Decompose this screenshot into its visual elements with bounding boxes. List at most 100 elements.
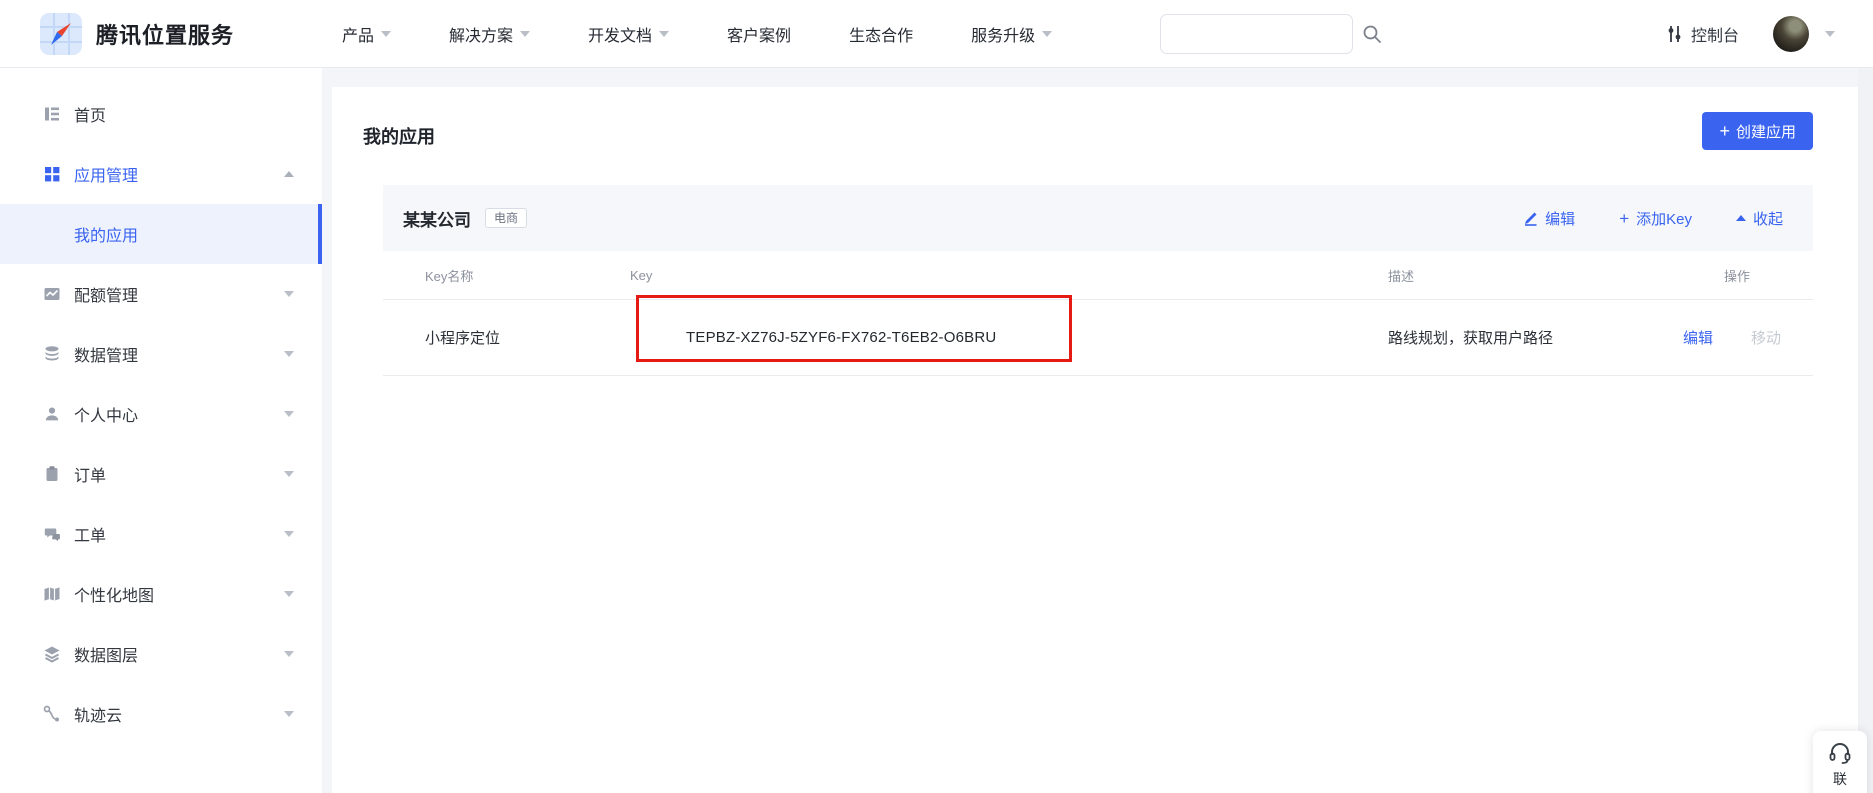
sidebar-label: 工单 <box>74 522 106 546</box>
nav-label: 开发文档 <box>588 22 652 46</box>
sidebar-label: 配额管理 <box>74 282 138 306</box>
console-label: 控制台 <box>1691 22 1739 46</box>
pencil-icon <box>1523 211 1538 226</box>
key-name-cell: 小程序定位 <box>383 327 630 348</box>
sidebar: 首页 应用管理 我的应用 <box>0 68 322 793</box>
sidebar-item-orders[interactable]: 订单 <box>0 444 322 504</box>
nav-item-cases[interactable]: 客户案例 <box>727 22 791 46</box>
apps-grid-icon <box>42 164 62 184</box>
chevron-down-icon <box>284 531 294 537</box>
chevron-down-icon <box>284 591 294 597</box>
chevron-down-icon <box>381 31 391 37</box>
plus-icon: + <box>1619 210 1629 227</box>
actions-cell: 编辑 移动 <box>1683 327 1813 348</box>
key-cell: TEPBZ-XZ76J-5ZYF6-FX762-T6EB2-O6BRU <box>630 329 1388 346</box>
col-header-actions: 操作 <box>1683 266 1813 285</box>
header-right: 控制台 <box>1666 0 1835 68</box>
sidebar-label: 个人中心 <box>74 402 138 426</box>
chevron-down-icon <box>284 651 294 657</box>
chevron-down-icon[interactable] <box>1825 31 1835 37</box>
avatar[interactable] <box>1773 16 1809 52</box>
chevron-down-icon <box>284 291 294 297</box>
search-icon[interactable] <box>1362 24 1382 44</box>
app-card: 某某公司 电商 编辑 + 添加Key <box>383 185 1813 376</box>
add-key-link[interactable]: + 添加Key <box>1619 208 1692 229</box>
description-cell: 路线规划，获取用户路径 <box>1388 327 1683 348</box>
edit-app-link[interactable]: 编辑 <box>1523 208 1575 229</box>
sidebar-item-track-cloud[interactable]: 轨迹云 <box>0 684 322 744</box>
top-header: 腾讯位置服务 产品 解决方案 开发文档 客户案例 生态合作 服务升级 <box>0 0 1873 68</box>
sidebar-item-custom-map[interactable]: 个性化地图 <box>0 564 322 624</box>
quota-chart-icon <box>42 284 62 304</box>
nav-item-products[interactable]: 产品 <box>342 22 391 46</box>
chat-bubbles-icon <box>42 524 62 544</box>
search-box <box>1160 14 1353 54</box>
console-link[interactable]: 控制台 <box>1666 22 1739 46</box>
app-card-header: 某某公司 电商 编辑 + 添加Key <box>383 185 1813 251</box>
sidebar-label: 个性化地图 <box>74 582 154 606</box>
sidebar-item-personal-center[interactable]: 个人中心 <box>0 384 322 444</box>
chevron-down-icon <box>284 411 294 417</box>
chevron-down-icon <box>284 711 294 717</box>
home-list-icon <box>42 104 62 124</box>
contact-label: 联 <box>1833 769 1847 789</box>
sidebar-label: 我的应用 <box>74 222 138 246</box>
add-key-label: 添加Key <box>1636 208 1692 229</box>
sidebar-label: 轨迹云 <box>74 702 122 726</box>
top-nav: 产品 解决方案 开发文档 客户案例 生态合作 服务升级 <box>342 22 1052 46</box>
edit-key-link[interactable]: 编辑 <box>1683 327 1713 348</box>
sidebar-label: 订单 <box>74 462 106 486</box>
contact-widget[interactable]: 联 <box>1813 731 1867 793</box>
move-key-link[interactable]: 移动 <box>1751 327 1781 348</box>
collapse-link[interactable]: 收起 <box>1736 208 1783 229</box>
sidebar-item-my-apps[interactable]: 我的应用 <box>0 204 322 264</box>
chevron-down-icon <box>1042 31 1052 37</box>
create-app-label: 创建应用 <box>1736 121 1796 142</box>
sidebar-item-home[interactable]: 首页 <box>0 84 322 144</box>
col-header-description: 描述 <box>1388 266 1683 285</box>
page-title: 我的应用 <box>363 123 435 149</box>
nav-label: 解决方案 <box>449 22 513 46</box>
nav-item-upgrade[interactable]: 服务升级 <box>971 22 1052 46</box>
page: 腾讯位置服务 产品 解决方案 开发文档 客户案例 生态合作 服务升级 <box>0 0 1873 793</box>
user-icon <box>42 404 62 424</box>
clipboard-icon <box>42 464 62 484</box>
sidebar-item-tickets[interactable]: 工单 <box>0 504 322 564</box>
nav-item-solutions[interactable]: 解决方案 <box>449 22 530 46</box>
chevron-down-icon <box>520 31 530 37</box>
plus-icon: + <box>1719 122 1730 140</box>
api-key-value: TEPBZ-XZ76J-5ZYF6-FX762-T6EB2-O6BRU <box>630 329 996 346</box>
sidebar-label: 数据管理 <box>74 342 138 366</box>
sidebar-item-data-management[interactable]: 数据管理 <box>0 324 322 384</box>
category-badge: 电商 <box>485 208 527 228</box>
nav-item-eco[interactable]: 生态合作 <box>849 22 913 46</box>
map-icon <box>42 584 62 604</box>
table-row: 小程序定位 TEPBZ-XZ76J-5ZYF6-FX762-T6EB2-O6BR… <box>383 300 1813 376</box>
company-name: 某某公司 <box>403 206 471 231</box>
nav-item-docs[interactable]: 开发文档 <box>588 22 669 46</box>
page-title-row: 我的应用 + 创建应用 <box>332 87 1858 185</box>
col-header-key-name: Key名称 <box>383 266 630 285</box>
brand[interactable]: 腾讯位置服务 <box>0 13 300 55</box>
search-input[interactable] <box>1161 15 1362 53</box>
create-app-button[interactable]: + 创建应用 <box>1702 112 1813 150</box>
table-header-row: Key名称 Key 描述 操作 <box>383 251 1813 300</box>
edit-app-label: 编辑 <box>1545 208 1575 229</box>
sliders-icon <box>1666 25 1683 43</box>
sidebar-item-quota[interactable]: 配额管理 <box>0 264 322 324</box>
chevron-down-icon <box>284 471 294 477</box>
sidebar-item-app-management[interactable]: 应用管理 <box>0 144 322 204</box>
body: 首页 应用管理 我的应用 <box>0 68 1873 793</box>
route-icon <box>42 704 62 724</box>
brand-name: 腾讯位置服务 <box>96 18 234 50</box>
sidebar-item-data-layers[interactable]: 数据图层 <box>0 624 322 684</box>
main-content: 我的应用 + 创建应用 某某公司 电商 <box>332 87 1858 793</box>
col-header-key: Key <box>630 268 1388 283</box>
collapse-label: 收起 <box>1753 208 1783 229</box>
scrollbar-track[interactable] <box>1858 68 1873 793</box>
card-actions: 编辑 + 添加Key 收起 <box>1523 208 1783 229</box>
headset-icon <box>1827 740 1853 766</box>
sidebar-label: 应用管理 <box>74 162 138 186</box>
compass-logo-icon <box>40 13 82 55</box>
sidebar-label: 首页 <box>74 102 106 126</box>
